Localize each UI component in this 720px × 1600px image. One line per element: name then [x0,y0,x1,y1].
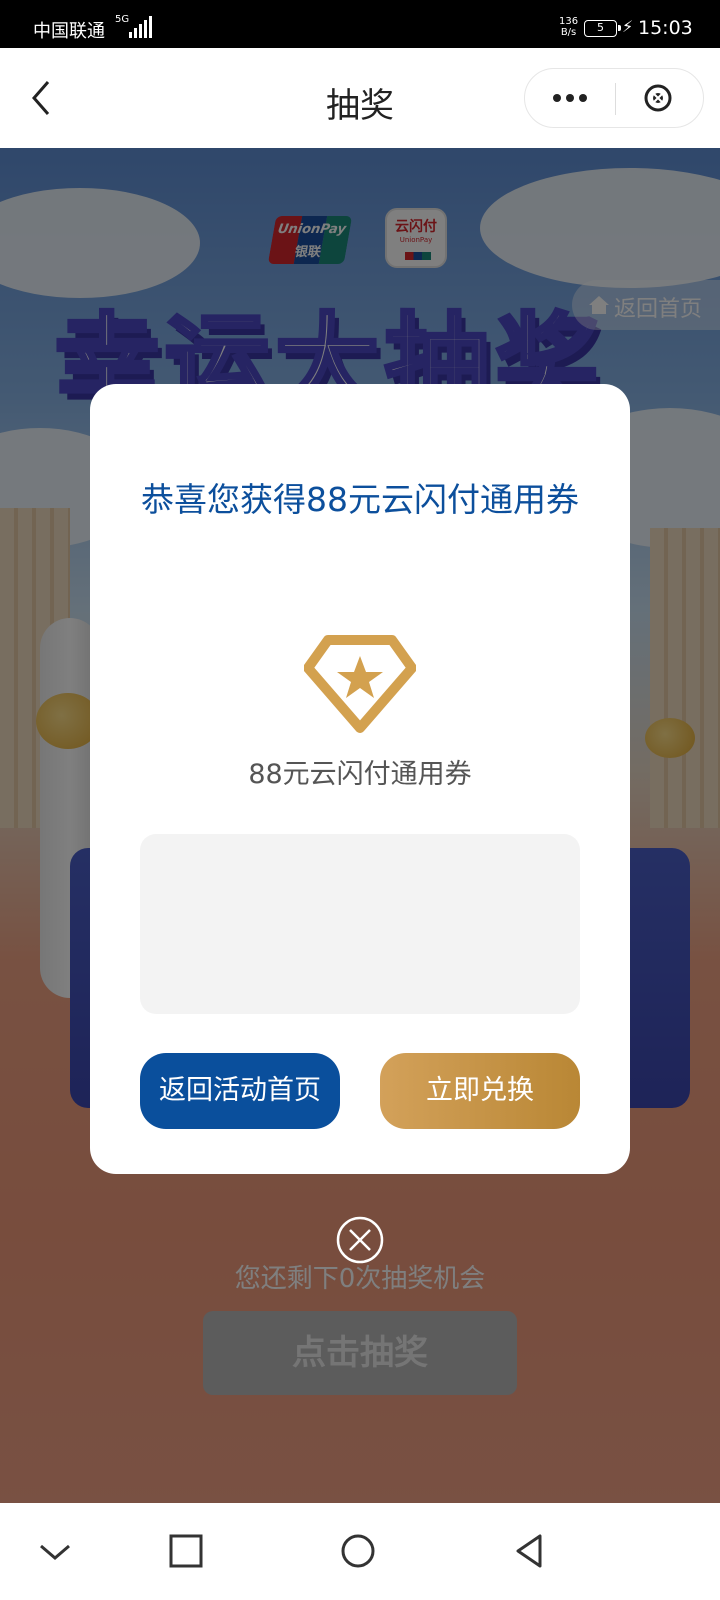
clock: 15:03 [638,17,693,39]
battery-level: 5 [597,21,604,34]
charging-icon: ⚡ [622,17,634,36]
close-dialog-icon[interactable] [336,1216,384,1264]
prize-info-panel [140,834,580,1014]
nav-bar: 抽奖 [0,48,720,148]
redeem-now-button[interactable]: 立即兑换 [380,1053,580,1129]
more-dots-icon [553,94,587,102]
more-button[interactable] [525,69,615,127]
recents-square-icon[interactable] [168,1533,204,1569]
system-navigation-bar [0,1503,720,1600]
prize-name: 88元云闪付通用券 [248,759,472,790]
mini-program-capsule [524,68,704,128]
status-bar: 中国联通 5G 136 B/s 5 ⚡ 15:03 [0,0,720,48]
battery-icon: 5 [584,20,621,37]
close-circle-icon [644,84,672,112]
diamond-star-icon [304,635,416,733]
net-speed-value: 136 [559,16,579,27]
dialog-title: 恭喜您获得88元云闪付通用券 [141,480,579,519]
network-type: 5G [115,14,130,25]
back-to-event-home-button[interactable]: 返回活动首页 [140,1053,340,1129]
back-triangle-icon[interactable] [512,1533,548,1569]
chevron-down-icon[interactable] [38,1535,72,1569]
net-speed: 136 B/s [559,16,578,38]
home-circle-icon[interactable] [340,1533,376,1569]
close-mini-program-button[interactable] [616,69,704,127]
carrier-name: 中国联通 [33,21,105,42]
prize-result-dialog: 恭喜您获得88元云闪付通用券 88元云闪付通用券 返回活动首页 立即兑换 [90,384,630,1174]
net-speed-unit: B/s [560,27,577,38]
signal-icon: 5G [113,14,153,40]
